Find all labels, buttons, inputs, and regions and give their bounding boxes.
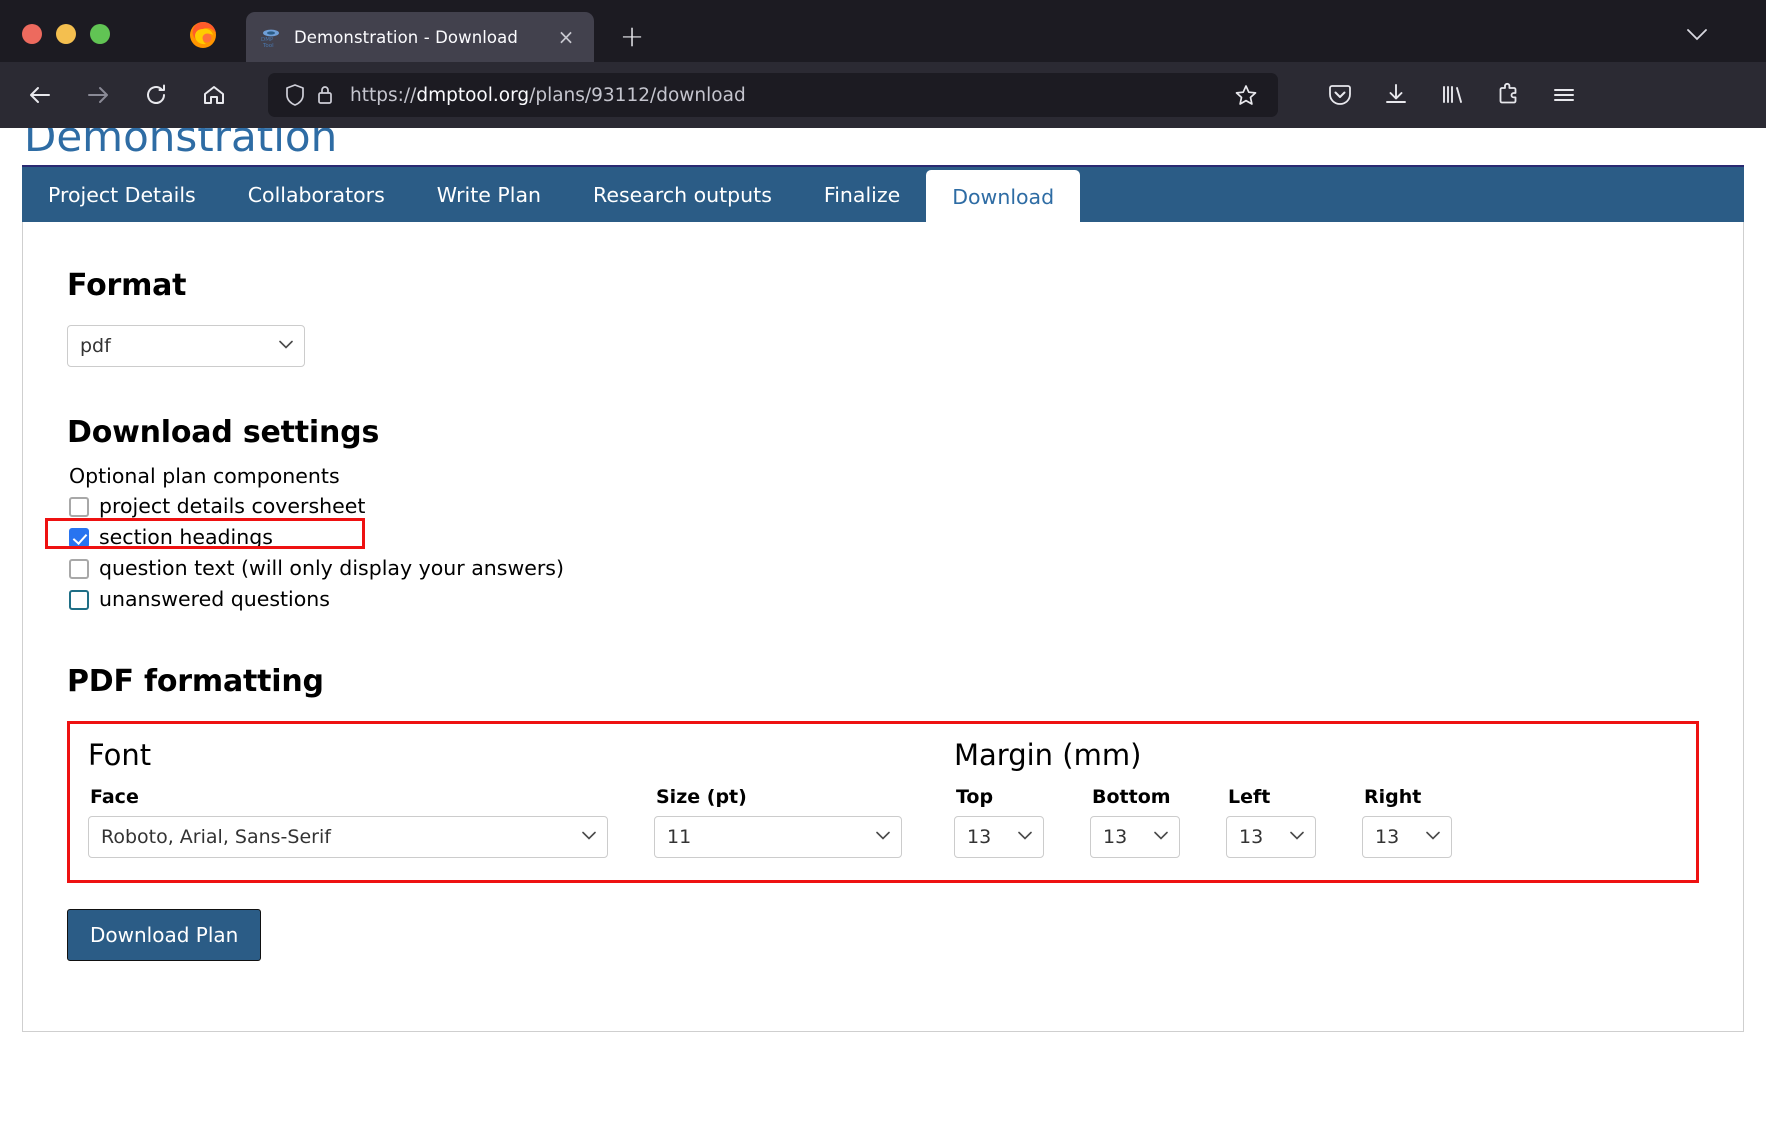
margin-fields: Top 13 Bottom 13 Left 13 Right 13: [954, 786, 1678, 858]
margin-bottom-select-wrapper: 13: [1090, 816, 1180, 858]
checkbox-section-headings[interactable]: [69, 527, 89, 548]
firefox-icon: [186, 17, 220, 51]
checkbox-row-coversheet[interactable]: project details coversheet: [69, 492, 1699, 521]
margin-top-select[interactable]: 13: [954, 816, 1044, 858]
margin-right-field: Right 13: [1362, 786, 1452, 858]
margin-column: Margin (mm) Top 13 Bottom 13 Left 13 Rig…: [954, 738, 1678, 858]
browser-tabstrip: DMP Tool Demonstration - Download × +: [0, 0, 1766, 62]
margin-left-select-wrapper: 13: [1226, 816, 1316, 858]
margin-bottom-label: Bottom: [1092, 786, 1171, 808]
forward-arrow-icon[interactable]: [76, 73, 120, 117]
back-arrow-icon[interactable]: [18, 73, 62, 117]
svg-text:Tool: Tool: [262, 43, 274, 48]
optional-components-label: Optional plan components: [69, 464, 340, 488]
checkbox-label: unanswered questions: [99, 586, 330, 611]
tab-write-plan[interactable]: Write Plan: [411, 167, 567, 223]
tab-download[interactable]: Download: [926, 170, 1081, 223]
checkbox-project-details-coversheet[interactable]: [69, 496, 89, 517]
browser-window: DMP Tool Demonstration - Download × + ht…: [0, 0, 1766, 1134]
close-tab-icon[interactable]: ×: [552, 23, 580, 51]
margin-top-label: Top: [956, 786, 994, 808]
font-face-select-wrapper: Roboto, Arial, Sans-Serif: [88, 816, 608, 858]
font-size-label: Size (pt): [656, 786, 747, 808]
margin-right-select-wrapper: 13: [1362, 816, 1452, 858]
checkbox-label: project details coversheet: [99, 493, 366, 518]
toolbar-right-icons: [1318, 73, 1586, 117]
checkbox-row-section-headings[interactable]: section headings: [69, 523, 1699, 552]
font-heading: Font: [88, 738, 152, 772]
tab-project-details[interactable]: Project Details: [22, 167, 222, 223]
dmptool-favicon: DMP Tool: [260, 26, 282, 48]
optional-components-list: project details coversheet section headi…: [45, 492, 1699, 614]
page-content: Demonstration Project Details Collaborat…: [0, 128, 1766, 1134]
hamburger-menu-icon[interactable]: [1542, 73, 1586, 117]
checkbox-label: section headings: [99, 524, 273, 549]
chevron-down-icon[interactable]: [1680, 20, 1714, 50]
margin-right-label: Right: [1364, 786, 1422, 808]
page-title: Demonstration: [24, 128, 338, 161]
download-tab-content: Format pdf Download settings Optional pl…: [22, 222, 1744, 1032]
tab-title: Demonstration - Download: [294, 27, 518, 47]
reload-icon[interactable]: [134, 73, 178, 117]
format-select-wrapper: pdf: [67, 325, 305, 367]
highlight-box-pdf-formatting: Font Face Roboto, Arial, Sans-Serif Size…: [67, 721, 1699, 883]
plan-tabs-panel: Project Details Collaborators Write Plan…: [22, 165, 1744, 1033]
tab-research-outputs[interactable]: Research outputs: [567, 167, 798, 223]
margin-right-select[interactable]: 13: [1362, 816, 1452, 858]
checkbox-row-unanswered-questions[interactable]: unanswered questions: [69, 585, 1699, 614]
font-size-select[interactable]: 11: [654, 816, 902, 858]
url-text: https://dmptool.org/plans/93112/download: [350, 85, 746, 106]
font-face-label: Face: [90, 786, 139, 808]
margin-bottom-select[interactable]: 13: [1090, 816, 1180, 858]
download-plan-button[interactable]: Download Plan: [67, 909, 262, 961]
shield-icon[interactable]: [280, 80, 310, 110]
font-face-select[interactable]: Roboto, Arial, Sans-Serif: [88, 816, 608, 858]
checkbox-row-question-text[interactable]: question text (will only display your an…: [69, 554, 1699, 583]
pocket-icon[interactable]: [1318, 73, 1362, 117]
pdf-formatting-heading: PDF formatting: [67, 664, 324, 699]
new-tab-button[interactable]: +: [612, 16, 652, 56]
checkbox-label: question text (will only display your an…: [99, 555, 564, 580]
margin-left-select[interactable]: 13: [1226, 816, 1316, 858]
url-host: dmptool.org: [416, 84, 530, 106]
font-fields: Face Roboto, Arial, Sans-Serif Size (pt)…: [88, 786, 954, 858]
browser-toolbar: https://dmptool.org/plans/93112/download: [0, 62, 1766, 128]
close-window-button[interactable]: [22, 24, 42, 44]
url-prefix: https://: [350, 84, 417, 106]
margin-heading: Margin (mm): [954, 738, 1142, 772]
download-settings-heading: Download settings: [67, 415, 380, 450]
checkbox-unanswered-questions[interactable]: [69, 589, 89, 610]
browser-tab[interactable]: DMP Tool Demonstration - Download ×: [246, 12, 594, 62]
url-path: /plans/93112/download: [529, 84, 746, 106]
library-icon[interactable]: [1430, 73, 1474, 117]
address-bar[interactable]: https://dmptool.org/plans/93112/download: [268, 73, 1278, 117]
font-face-field: Face Roboto, Arial, Sans-Serif: [88, 786, 608, 858]
margin-left-label: Left: [1228, 786, 1271, 808]
minimize-window-button[interactable]: [56, 24, 76, 44]
window-controls: [0, 24, 128, 62]
maximize-window-button[interactable]: [90, 24, 110, 44]
font-size-field: Size (pt) 11: [654, 786, 902, 858]
margin-top-select-wrapper: 13: [954, 816, 1044, 858]
tab-collaborators[interactable]: Collaborators: [222, 167, 411, 223]
checkbox-question-text[interactable]: [69, 558, 89, 579]
lock-icon[interactable]: [310, 80, 340, 110]
font-column: Font Face Roboto, Arial, Sans-Serif Size…: [88, 738, 954, 858]
plan-tabs: Project Details Collaborators Write Plan…: [22, 165, 1744, 223]
tab-finalize[interactable]: Finalize: [798, 167, 926, 223]
margin-left-field: Left 13: [1226, 786, 1316, 858]
download-icon[interactable]: [1374, 73, 1418, 117]
home-icon[interactable]: [192, 73, 236, 117]
star-icon[interactable]: [1226, 75, 1266, 115]
format-select[interactable]: pdf: [67, 325, 305, 367]
extension-icon[interactable]: [1486, 73, 1530, 117]
margin-top-field: Top 13: [954, 786, 1044, 858]
margin-bottom-field: Bottom 13: [1090, 786, 1180, 858]
format-heading: Format: [67, 268, 187, 303]
font-size-select-wrapper: 11: [654, 816, 902, 858]
